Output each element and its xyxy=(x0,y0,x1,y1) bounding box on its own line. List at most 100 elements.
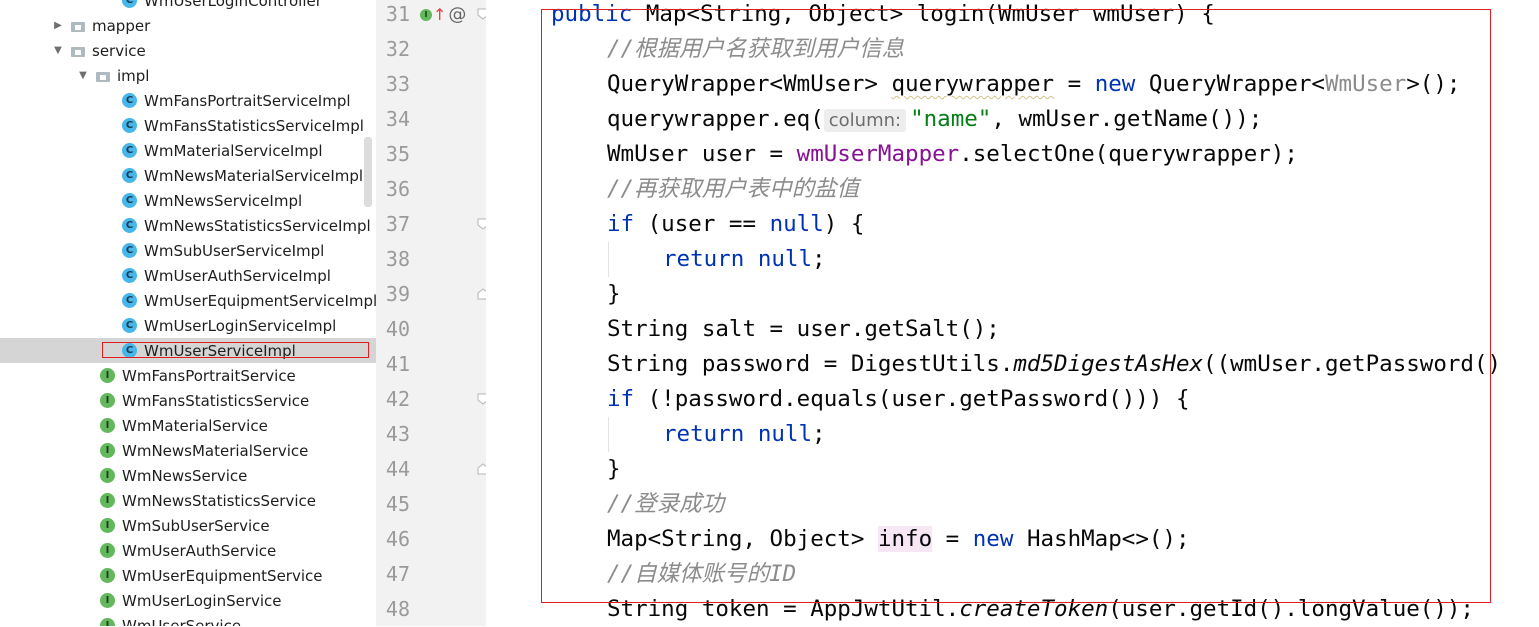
tree-item-label: service xyxy=(92,41,146,60)
project-tree: C WmUserLoginController ▶ mapper ▼ service ▼ im… xyxy=(0,0,376,626)
implements-icon[interactable]: I xyxy=(420,8,432,21)
interface-icon: I xyxy=(100,468,115,483)
tree-item[interactable]: I WmFansStatisticsService xyxy=(0,388,376,413)
tree-item-label: impl xyxy=(117,66,150,85)
tree-item[interactable]: ▼ impl xyxy=(0,63,376,88)
class-icon: C xyxy=(122,168,137,183)
class-icon: C xyxy=(122,143,137,158)
code-highlight-box xyxy=(541,9,1491,603)
tree-item-label: WmUserLoginService xyxy=(122,591,282,610)
tree-item[interactable]: C WmSubUserServiceImpl xyxy=(0,238,376,263)
tree-item[interactable]: C WmUserEquipmentServiceImpl xyxy=(0,288,376,313)
folder-icon xyxy=(95,70,111,82)
interface-icon: I xyxy=(100,593,115,608)
editor-gutter: 31 32 33 34 35 36 37 38 39 40 41 42 43 44 45 46 47 48 I ↑… xyxy=(376,0,489,627)
tree-item[interactable]: I WmUserEquipmentService xyxy=(0,563,376,588)
tree-item-label: WmMaterialService xyxy=(122,416,268,435)
tree-item[interactable]: C WmFansPortraitServiceImpl xyxy=(0,88,376,113)
line-number[interactable]: 35 xyxy=(376,137,410,172)
tree-item-label: WmUserAuthService xyxy=(122,541,277,560)
interface-icon: I xyxy=(100,493,115,508)
project-tree-scrollbar[interactable] xyxy=(364,137,372,207)
implements-override-marker[interactable]: I ↑ @ xyxy=(420,4,466,25)
folder-icon xyxy=(70,20,86,32)
interface-icon: I xyxy=(100,568,115,583)
interface-icon: I xyxy=(100,368,115,383)
class-icon: C xyxy=(122,318,137,333)
line-number[interactable]: 31 xyxy=(376,0,410,32)
line-number[interactable]: 44 xyxy=(376,452,410,487)
line-number[interactable]: 40 xyxy=(376,312,410,347)
line-number[interactable]: 33 xyxy=(376,67,410,102)
tree-item[interactable]: C WmNewsServiceImpl xyxy=(0,188,376,213)
line-number[interactable]: 38 xyxy=(376,242,410,277)
tree-item-label: WmNewsMaterialServiceImpl xyxy=(144,166,364,185)
line-number[interactable]: 36 xyxy=(376,172,410,207)
tree-item[interactable]: ▶ mapper xyxy=(0,13,376,38)
line-number[interactable]: 41 xyxy=(376,347,410,382)
tree-item[interactable]: I WmNewsService xyxy=(0,463,376,488)
class-icon: C xyxy=(122,193,137,208)
tree-item-label: WmFansStatisticsService xyxy=(122,391,310,410)
class-icon: C xyxy=(122,93,137,108)
line-number[interactable]: 42 xyxy=(376,382,410,417)
collapse-arrow-icon[interactable]: ▶ xyxy=(52,20,64,31)
tree-item-label: mapper xyxy=(92,16,151,35)
tree-item-label: WmNewsStatisticsServiceImpl xyxy=(144,216,371,235)
line-number[interactable]: 32 xyxy=(376,32,410,67)
line-number[interactable]: 46 xyxy=(376,522,410,557)
tree-item[interactable]: I WmUserAuthService xyxy=(0,538,376,563)
tree-item[interactable]: C WmFansStatisticsServiceImpl xyxy=(0,113,376,138)
tree-item-label: WmUserLoginController xyxy=(144,0,322,10)
tree-item[interactable]: C WmNewsStatisticsServiceImpl xyxy=(0,213,376,238)
line-number[interactable]: 45 xyxy=(376,487,410,522)
interface-icon: I xyxy=(100,543,115,558)
interface-icon: I xyxy=(100,443,115,458)
tree-item[interactable]: I WmUserService xyxy=(0,613,376,626)
tree-item-label: WmSubUserService xyxy=(122,516,270,535)
tree-item-label: WmMaterialServiceImpl xyxy=(144,141,323,160)
tree-item[interactable]: I WmNewsMaterialService xyxy=(0,438,376,463)
interface-icon: I xyxy=(100,618,115,626)
line-number[interactable]: 34 xyxy=(376,102,410,137)
expand-arrow-icon[interactable]: ▼ xyxy=(77,70,89,81)
tree-item-label: WmNewsServiceImpl xyxy=(144,191,303,210)
line-number[interactable]: 37 xyxy=(376,207,410,242)
tree-item[interactable]: C WmUserLoginController xyxy=(0,0,376,13)
selected-item-highlight-box xyxy=(102,342,369,358)
tree-item-label: WmNewsService xyxy=(122,466,248,485)
folder-icon xyxy=(70,45,86,57)
line-number[interactable]: 48 xyxy=(376,592,410,627)
override-up-arrow-icon[interactable]: ↑ xyxy=(433,6,446,23)
tree-item[interactable]: C WmUserAuthServiceImpl xyxy=(0,263,376,288)
class-icon: C xyxy=(122,293,137,308)
interface-icon: I xyxy=(100,518,115,533)
tree-item-label: WmUserService xyxy=(122,616,242,627)
tree-item[interactable]: I WmMaterialService xyxy=(0,413,376,438)
tree-item[interactable]: I WmFansPortraitService xyxy=(0,363,376,388)
tree-item[interactable]: C WmNewsMaterialServiceImpl xyxy=(0,163,376,188)
tree-item[interactable]: I WmNewsStatisticsService xyxy=(0,488,376,513)
interface-icon: I xyxy=(100,393,115,408)
class-icon: C xyxy=(122,118,137,133)
tree-item[interactable]: ▼ service xyxy=(0,38,376,63)
line-number[interactable]: 43 xyxy=(376,417,410,452)
class-icon: C xyxy=(122,0,137,8)
tree-item[interactable]: I WmSubUserService xyxy=(0,513,376,538)
tree-item-label: WmNewsStatisticsService xyxy=(122,491,316,510)
line-number[interactable]: 47 xyxy=(376,557,410,592)
tree-item-label: WmUserLoginServiceImpl xyxy=(144,316,337,335)
expand-arrow-icon[interactable]: ▼ xyxy=(52,45,64,56)
line-number[interactable]: 39 xyxy=(376,277,410,312)
tree-item[interactable]: C WmUserLoginServiceImpl xyxy=(0,313,376,338)
tree-item[interactable]: C WmMaterialServiceImpl xyxy=(0,138,376,163)
class-icon: C xyxy=(122,243,137,258)
class-icon: C xyxy=(122,268,137,283)
tree-item-label: WmFansPortraitService xyxy=(122,366,296,385)
class-icon: C xyxy=(122,218,137,233)
tree-item-label: WmUserEquipmentServiceImpl xyxy=(144,291,376,310)
tree-item-label: WmUserAuthServiceImpl xyxy=(144,266,331,285)
override-at-icon[interactable]: @ xyxy=(448,4,466,25)
tree-item-label: WmFansPortraitServiceImpl xyxy=(144,91,351,110)
tree-item[interactable]: I WmUserLoginService xyxy=(0,588,376,613)
